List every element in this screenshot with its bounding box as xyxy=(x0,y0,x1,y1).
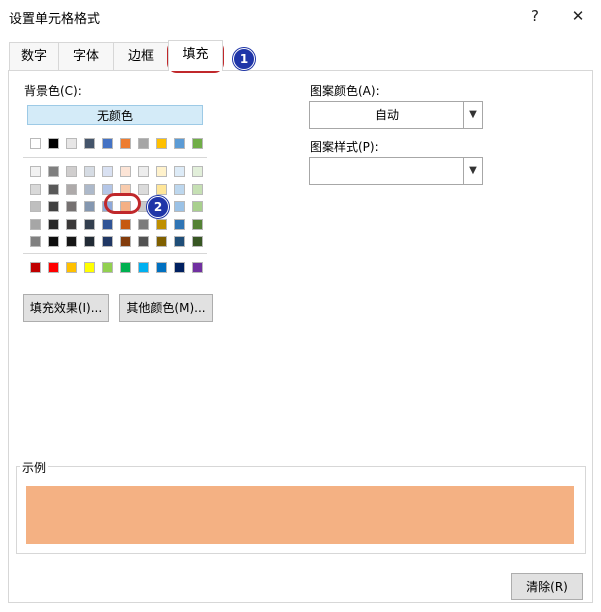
pattern-style-label: 图案样式(P): xyxy=(310,140,379,154)
tint-color-swatch[interactable] xyxy=(102,236,113,247)
tint-color-swatch[interactable] xyxy=(30,218,41,230)
tint-color-swatch[interactable] xyxy=(192,166,203,177)
tint-color-swatch[interactable] xyxy=(48,218,59,230)
more-colors-button[interactable]: 其他颜色(M)... xyxy=(119,294,213,322)
standard-color-swatch[interactable] xyxy=(138,262,149,273)
pattern-style-select[interactable]: ▼ xyxy=(309,157,483,185)
tint-color-swatch[interactable] xyxy=(138,218,149,230)
tint-color-swatch[interactable] xyxy=(66,183,77,195)
tint-color-swatch[interactable] xyxy=(174,183,185,195)
tint-color-swatch[interactable] xyxy=(174,236,185,247)
tint-color-swatch[interactable] xyxy=(48,183,59,195)
pattern-color-select[interactable]: 自动 ▼ xyxy=(309,101,483,129)
standard-color-swatch[interactable] xyxy=(48,262,59,273)
tint-color-swatch[interactable] xyxy=(156,236,167,247)
tint-color-swatch[interactable] xyxy=(102,218,113,230)
standard-color-swatch[interactable] xyxy=(102,262,113,273)
tint-color-swatch[interactable] xyxy=(66,166,77,177)
tint-color-swatch[interactable] xyxy=(156,183,167,195)
tint-color-swatch[interactable] xyxy=(84,218,95,230)
tint-color-swatch[interactable] xyxy=(48,201,59,212)
tint-color-swatch[interactable] xyxy=(84,201,95,212)
annotation-highlight-swatch xyxy=(104,193,141,214)
theme-color-swatch[interactable] xyxy=(30,138,41,149)
tint-color-swatch[interactable] xyxy=(120,166,131,177)
tint-color-swatch[interactable] xyxy=(84,236,95,247)
tint-color-swatch[interactable] xyxy=(192,236,203,247)
palette-divider xyxy=(23,253,207,254)
chevron-down-icon: ▼ xyxy=(463,102,482,128)
tab-border[interactable]: 边框 xyxy=(113,42,169,70)
theme-color-swatch[interactable] xyxy=(120,138,131,149)
pattern-style-value xyxy=(310,158,464,184)
theme-color-swatch[interactable] xyxy=(192,138,203,149)
theme-color-swatch[interactable] xyxy=(48,138,59,149)
tint-color-swatch[interactable] xyxy=(30,201,41,212)
tint-color-swatch[interactable] xyxy=(84,183,95,195)
tint-color-swatch[interactable] xyxy=(192,218,203,230)
tint-color-swatch[interactable] xyxy=(138,166,149,177)
palette-divider xyxy=(23,157,207,158)
standard-color-swatch[interactable] xyxy=(30,262,41,273)
clear-button[interactable]: 清除(R) xyxy=(511,573,583,600)
tab-number[interactable]: 数字 xyxy=(9,42,59,70)
sample-preview xyxy=(26,486,574,544)
theme-color-swatch[interactable] xyxy=(84,138,95,149)
tint-color-swatch[interactable] xyxy=(192,183,203,195)
help-button[interactable]: ? xyxy=(522,4,548,28)
tint-color-swatch[interactable] xyxy=(30,236,41,247)
standard-color-swatch[interactable] xyxy=(84,262,95,273)
pattern-color-label: 图案颜色(A): xyxy=(310,84,380,98)
tint-color-swatch[interactable] xyxy=(174,201,185,212)
annotation-badge: 2 xyxy=(147,196,169,218)
annotation-badge: 1 xyxy=(233,48,255,70)
window-title: 设置单元格格式 xyxy=(9,12,101,27)
tint-color-swatch[interactable] xyxy=(66,201,77,212)
tint-color-swatch[interactable] xyxy=(30,166,41,177)
tint-color-swatch[interactable] xyxy=(66,218,77,230)
theme-color-swatch[interactable] xyxy=(138,138,149,149)
tint-color-swatch[interactable] xyxy=(174,166,185,177)
pattern-color-value: 自动 xyxy=(374,108,399,122)
background-color-label: 背景色(C): xyxy=(24,84,82,98)
tint-color-swatch[interactable] xyxy=(120,218,131,230)
chevron-down-icon: ▼ xyxy=(463,158,482,184)
tint-color-swatch[interactable] xyxy=(120,236,131,247)
tab-fill[interactable]: 填充 xyxy=(168,40,223,71)
close-button[interactable]: ✕ xyxy=(565,4,591,28)
title-bar: 设置单元格格式 ? ✕ xyxy=(0,0,601,34)
tint-color-swatch[interactable] xyxy=(192,201,203,212)
standard-color-swatch[interactable] xyxy=(174,262,185,273)
standard-color-swatch[interactable] xyxy=(156,262,167,273)
no-color-button[interactable]: 无颜色 xyxy=(27,105,203,125)
tint-color-swatch[interactable] xyxy=(84,166,95,177)
theme-color-swatch[interactable] xyxy=(102,138,113,149)
theme-color-swatch[interactable] xyxy=(66,138,77,149)
standard-color-swatch[interactable] xyxy=(120,262,131,273)
standard-color-swatch[interactable] xyxy=(66,262,77,273)
theme-color-swatch[interactable] xyxy=(156,138,167,149)
tint-color-swatch[interactable] xyxy=(156,166,167,177)
tint-color-swatch[interactable] xyxy=(48,236,59,247)
fill-effects-button[interactable]: 填充效果(I)... xyxy=(23,294,109,322)
tint-color-swatch[interactable] xyxy=(156,218,167,230)
tab-font[interactable]: 字体 xyxy=(58,42,114,70)
tint-color-swatch[interactable] xyxy=(174,218,185,230)
tint-color-swatch[interactable] xyxy=(138,183,149,195)
sample-label: 示例 xyxy=(20,459,49,476)
tint-color-swatch[interactable] xyxy=(30,183,41,195)
tab-strip: 数字 字体 边框 填充 xyxy=(0,40,601,72)
standard-color-swatch[interactable] xyxy=(192,262,203,273)
tint-color-swatch[interactable] xyxy=(138,236,149,247)
tint-color-swatch[interactable] xyxy=(66,236,77,247)
tint-color-swatch[interactable] xyxy=(48,166,59,177)
tint-color-swatch[interactable] xyxy=(102,166,113,177)
theme-color-swatch[interactable] xyxy=(174,138,185,149)
